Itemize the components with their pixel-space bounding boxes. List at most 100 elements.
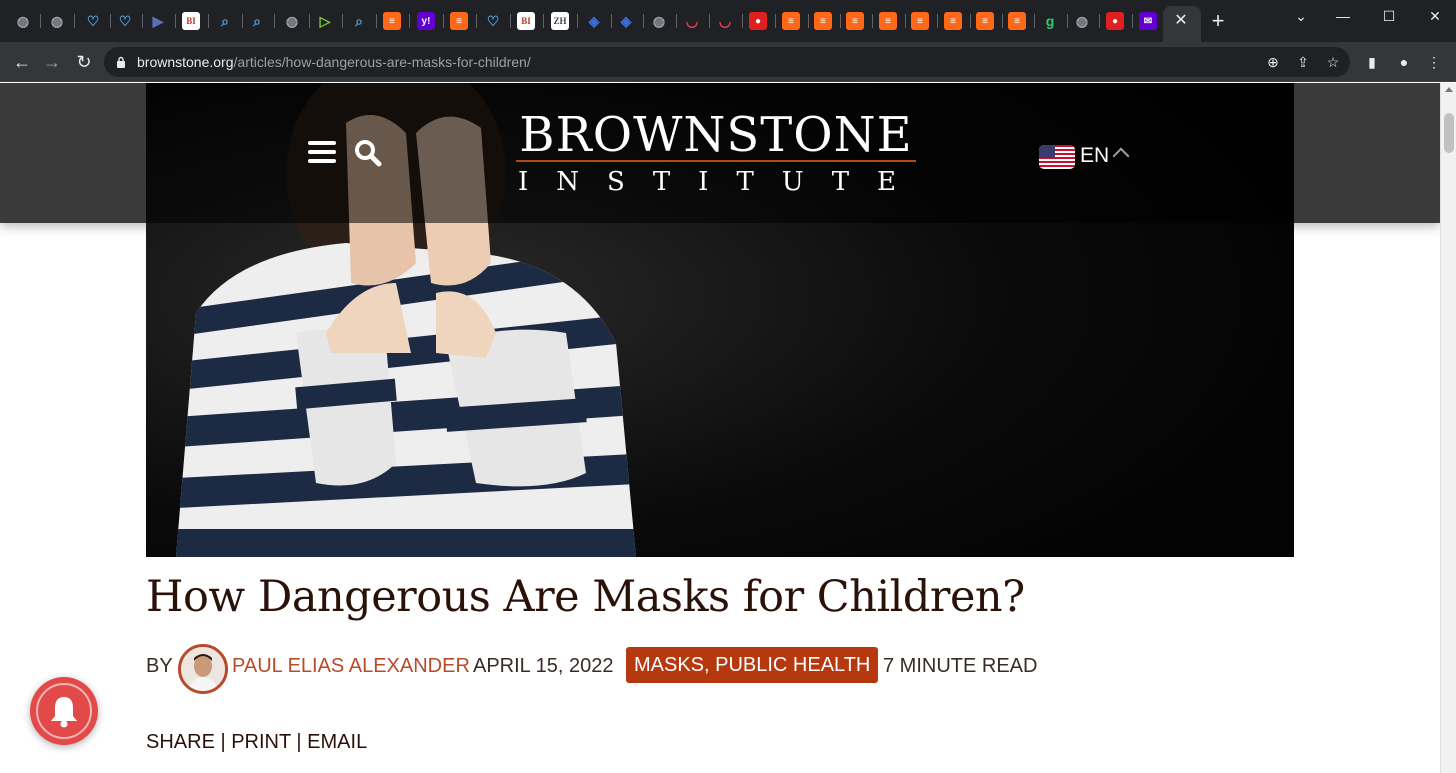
shield-icon[interactable]: ♡	[484, 12, 502, 30]
yahoo-icon[interactable]: y!	[417, 12, 435, 30]
browser-toolbar: ← → ↻ brownstone.org/articles/how-danger…	[0, 42, 1456, 82]
substack-icon[interactable]: ≡	[944, 12, 962, 30]
publish-date: APRIL 15, 2022	[473, 655, 614, 677]
search-icon[interactable]: ⌕	[350, 12, 368, 30]
logo-subtitle: INSTITUTE	[518, 167, 925, 197]
window-close-icon[interactable]: ✕	[1420, 6, 1450, 26]
separator: |	[214, 731, 232, 753]
tab-separator	[970, 14, 971, 28]
share-link[interactable]: SHARE	[146, 731, 215, 753]
mail-icon[interactable]: ✉	[1139, 12, 1157, 30]
substack-icon[interactable]: ≡	[782, 12, 800, 30]
tab-separator	[40, 14, 41, 28]
logo-wordmark[interactable]: BROWNSTONE	[514, 107, 918, 163]
url-text[interactable]: brownstone.org/articles/how-dangerous-ar…	[137, 54, 531, 70]
search-icon[interactable]: ⌕	[216, 12, 234, 30]
globe-icon[interactable]: ◍	[283, 12, 301, 30]
cube-icon[interactable]: ◈	[617, 12, 635, 30]
forward-arrow-icon[interactable]: →	[40, 50, 64, 74]
tab-separator	[577, 14, 578, 28]
tab-separator	[872, 14, 873, 28]
play-circle-icon[interactable]: ▷	[316, 12, 334, 30]
zoom-icon[interactable]: ⊕	[1264, 53, 1282, 71]
logo-divider	[516, 160, 916, 162]
cube-icon[interactable]: ◈	[585, 12, 603, 30]
shield-icon[interactable]: ♡	[84, 12, 102, 30]
tab-separator	[676, 14, 677, 28]
by-label: BY	[146, 655, 173, 677]
substack-icon[interactable]: ≡	[911, 12, 929, 30]
globe-icon[interactable]: ◍	[14, 12, 32, 30]
tab-strip: ◍ ◍ ♡ ♡ ▶ BI ⌕ ⌕ ◍ ▷ ⌕ ≡ y! ≡ ♡ BI ZH ◈ ◈ ◍ ◡ ◡ ● ≡ ≡ ≡ ≡ ≡ ≡ ≡ ≡ g ◍ ● ✉ …	[0, 0, 1456, 42]
bi-icon[interactable]: BI	[517, 12, 535, 30]
substack-icon[interactable]: ≡	[879, 12, 897, 30]
lock-icon	[117, 56, 125, 68]
tab-separator	[1099, 14, 1100, 28]
tab-search-chevron-icon[interactable]: ⌄	[1286, 6, 1316, 26]
search-icon[interactable]: ⌕	[248, 12, 266, 30]
tab-separator	[208, 14, 209, 28]
category-tags[interactable]: MASKS, PUBLIC HEALTH	[626, 647, 879, 683]
substack-icon[interactable]: ≡	[814, 12, 832, 30]
author-portrait	[181, 647, 225, 691]
bookmark-star-icon[interactable]: ☆	[1324, 53, 1342, 71]
tab-separator	[840, 14, 841, 28]
shield-icon[interactable]: ♡	[116, 12, 134, 30]
menu-dots-icon[interactable]: ⋮	[1424, 52, 1444, 72]
tab-separator	[342, 14, 343, 28]
mic-icon[interactable]: ●	[749, 12, 767, 30]
side-panel-icon[interactable]: ▮	[1362, 52, 1382, 72]
tab-separator	[110, 14, 111, 28]
scroll-thumb[interactable]	[1444, 113, 1454, 153]
tab-separator	[643, 14, 644, 28]
page-scrollbar[interactable]	[1440, 83, 1456, 773]
url-path: /articles/how-dangerous-are-masks-for-ch…	[233, 54, 531, 70]
print-link[interactable]: PRINT	[231, 731, 291, 753]
search-icon[interactable]	[354, 139, 382, 167]
tab-separator	[242, 14, 243, 28]
substack-icon[interactable]: ≡	[976, 12, 994, 30]
scroll-up-arrow-icon[interactable]	[1445, 87, 1453, 92]
email-link[interactable]: EMAIL	[307, 731, 367, 753]
hamburger-menu-icon[interactable]	[308, 141, 336, 163]
substack-icon[interactable]: ≡	[450, 12, 468, 30]
share-icon[interactable]: ⇪	[1294, 53, 1312, 71]
tab-separator	[376, 14, 377, 28]
globe-icon[interactable]: ◍	[650, 12, 668, 30]
reload-icon[interactable]: ↻	[72, 50, 96, 74]
author-link[interactable]: PAUL ELIAS ALEXANDER	[232, 655, 470, 678]
back-arrow-icon[interactable]: ←	[10, 50, 34, 74]
tab-separator	[808, 14, 809, 28]
mic-icon[interactable]: ●	[1106, 12, 1124, 30]
substack-icon[interactable]: ≡	[846, 12, 864, 30]
profile-icon[interactable]: ●	[1394, 52, 1414, 72]
pocket-icon[interactable]: ◡	[716, 12, 734, 30]
zerohedge-icon[interactable]: ZH	[551, 12, 569, 30]
share-row: SHARE | PRINT | EMAIL	[146, 731, 367, 754]
tab-separator	[1067, 14, 1068, 28]
minimize-icon[interactable]: —	[1328, 6, 1358, 26]
tab-separator	[175, 14, 176, 28]
us-flag-icon	[1039, 145, 1075, 169]
substack-icon[interactable]: ≡	[383, 12, 401, 30]
maximize-icon[interactable]: ☐	[1374, 6, 1404, 26]
tab-separator	[142, 14, 143, 28]
address-bar[interactable]: brownstone.org/articles/how-dangerous-ar…	[104, 47, 1350, 77]
g-icon[interactable]: g	[1041, 12, 1059, 30]
substack-icon[interactable]: ≡	[1008, 12, 1026, 30]
globe-icon[interactable]: ◍	[1073, 12, 1091, 30]
pocket-icon[interactable]: ◡	[683, 12, 701, 30]
tab-separator	[1034, 14, 1035, 28]
tab-separator	[74, 14, 75, 28]
notification-bell-button[interactable]	[30, 677, 98, 745]
play-icon[interactable]: ▶	[149, 12, 167, 30]
tab-separator	[611, 14, 612, 28]
url-host: brownstone.org	[137, 54, 234, 70]
close-tab-icon[interactable]: ✕	[1172, 12, 1190, 30]
new-tab-icon[interactable]: +	[1208, 10, 1228, 32]
hero-image: BROWNSTONE INSTITUTE EN	[146, 83, 1294, 557]
bi-icon[interactable]: BI	[182, 12, 200, 30]
globe-icon[interactable]: ◍	[48, 12, 66, 30]
author-avatar[interactable]	[178, 644, 228, 694]
article-meta: BY PAUL ELIAS ALEXANDER APRIL 15, 2022 M…	[146, 644, 1146, 694]
